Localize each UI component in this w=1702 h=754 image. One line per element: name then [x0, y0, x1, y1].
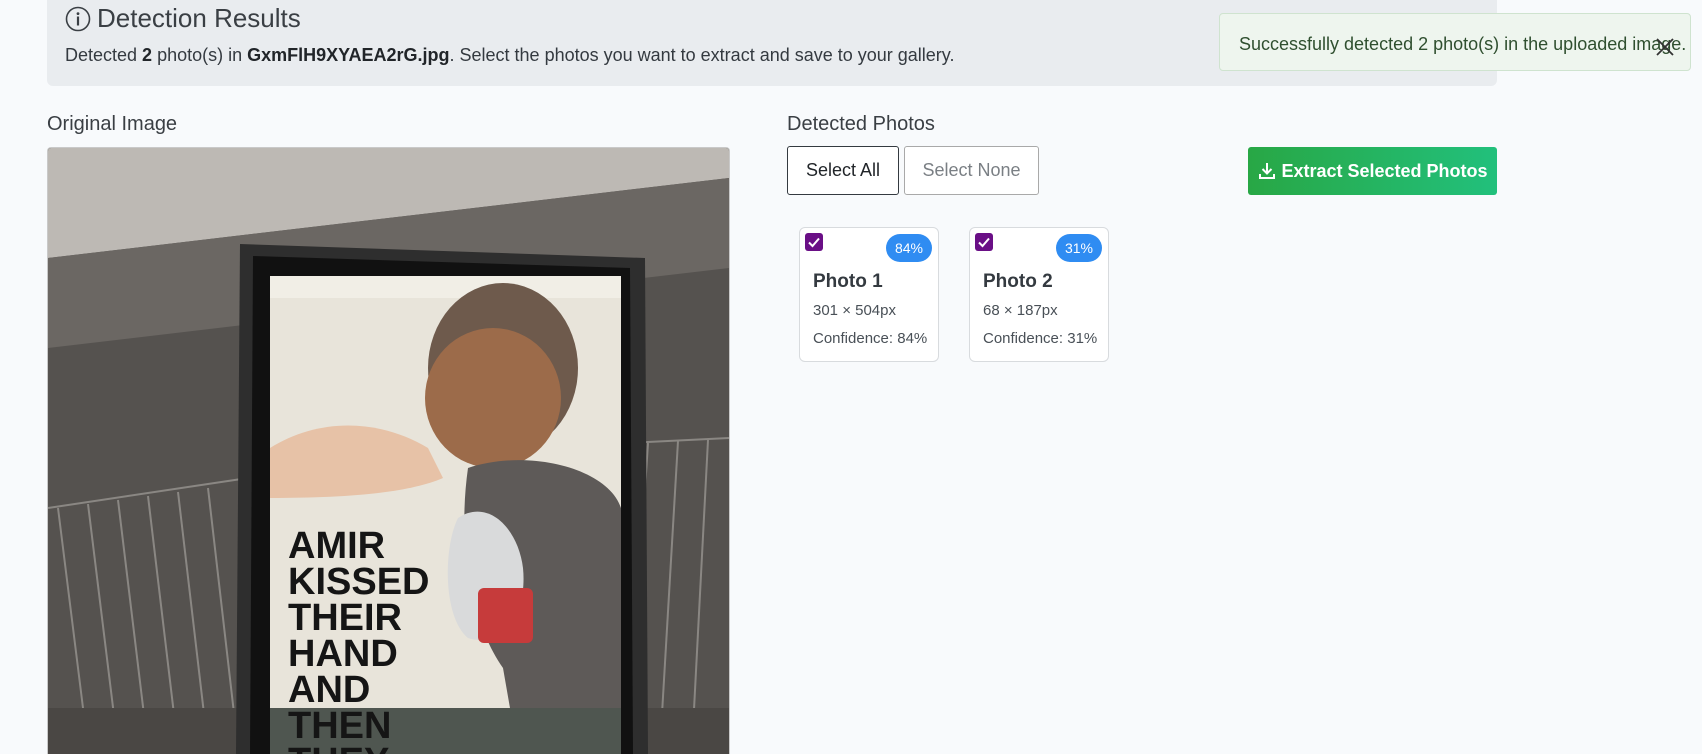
close-icon[interactable] — [1654, 36, 1676, 58]
info-icon — [65, 6, 91, 31]
download-icon — [1259, 163, 1276, 179]
source-filename: GxmFlH9XYAEA2rG.jpg — [247, 45, 450, 65]
photo-checkbox[interactable] — [975, 233, 993, 251]
photo-title: Photo 2 — [983, 271, 1053, 292]
photo-dimensions: 68 × 187px — [983, 302, 1058, 319]
photo-card[interactable]: 31% Photo 2 68 × 187px Confidence: 31% — [969, 227, 1109, 362]
check-icon — [978, 237, 990, 248]
detection-description: Detected 2 photo(s) in GxmFlH9XYAEA2rG.j… — [65, 45, 954, 66]
photo-dimensions: 301 × 504px — [813, 302, 896, 319]
poster-text-line: THEY — [288, 741, 389, 754]
confidence-badge: 31% — [1056, 234, 1102, 262]
extract-button-label: Extract Selected Photos — [1281, 160, 1488, 181]
photo-title: Photo 1 — [813, 271, 883, 292]
select-all-button[interactable]: Select All — [787, 146, 899, 195]
check-icon — [808, 237, 820, 248]
photo-confidence: Confidence: 84% — [813, 330, 928, 347]
extract-selected-button[interactable]: Extract Selected Photos — [1248, 147, 1497, 195]
detected-count: 2 — [142, 45, 153, 65]
photo-checkbox[interactable] — [805, 233, 823, 251]
photo-card[interactable]: 84% Photo 1 301 × 504px Confidence: 84% — [799, 227, 939, 362]
confidence-badge: 84% — [886, 234, 932, 262]
select-none-button[interactable]: Select None — [904, 146, 1039, 195]
desc-prefix: Detected — [65, 45, 143, 65]
desc-suffix: . Select the photos you want to extract … — [449, 45, 955, 65]
toast-message: Successfully detected 2 photo(s) in the … — [1239, 34, 1687, 54]
header-title-row: Detection Results — [65, 3, 301, 34]
original-image-label: Original Image — [47, 113, 178, 135]
photo-confidence: Confidence: 31% — [983, 330, 1098, 347]
success-toast: Successfully detected 2 photo(s) in the … — [1219, 13, 1691, 71]
page-title: Detection Results — [97, 3, 301, 33]
detected-photos-label: Detected Photos — [787, 113, 935, 135]
desc-mid: photo(s) in — [152, 45, 248, 65]
original-image: AMIR KISSED THEIR HAND AND THEN THEY — [47, 147, 730, 754]
